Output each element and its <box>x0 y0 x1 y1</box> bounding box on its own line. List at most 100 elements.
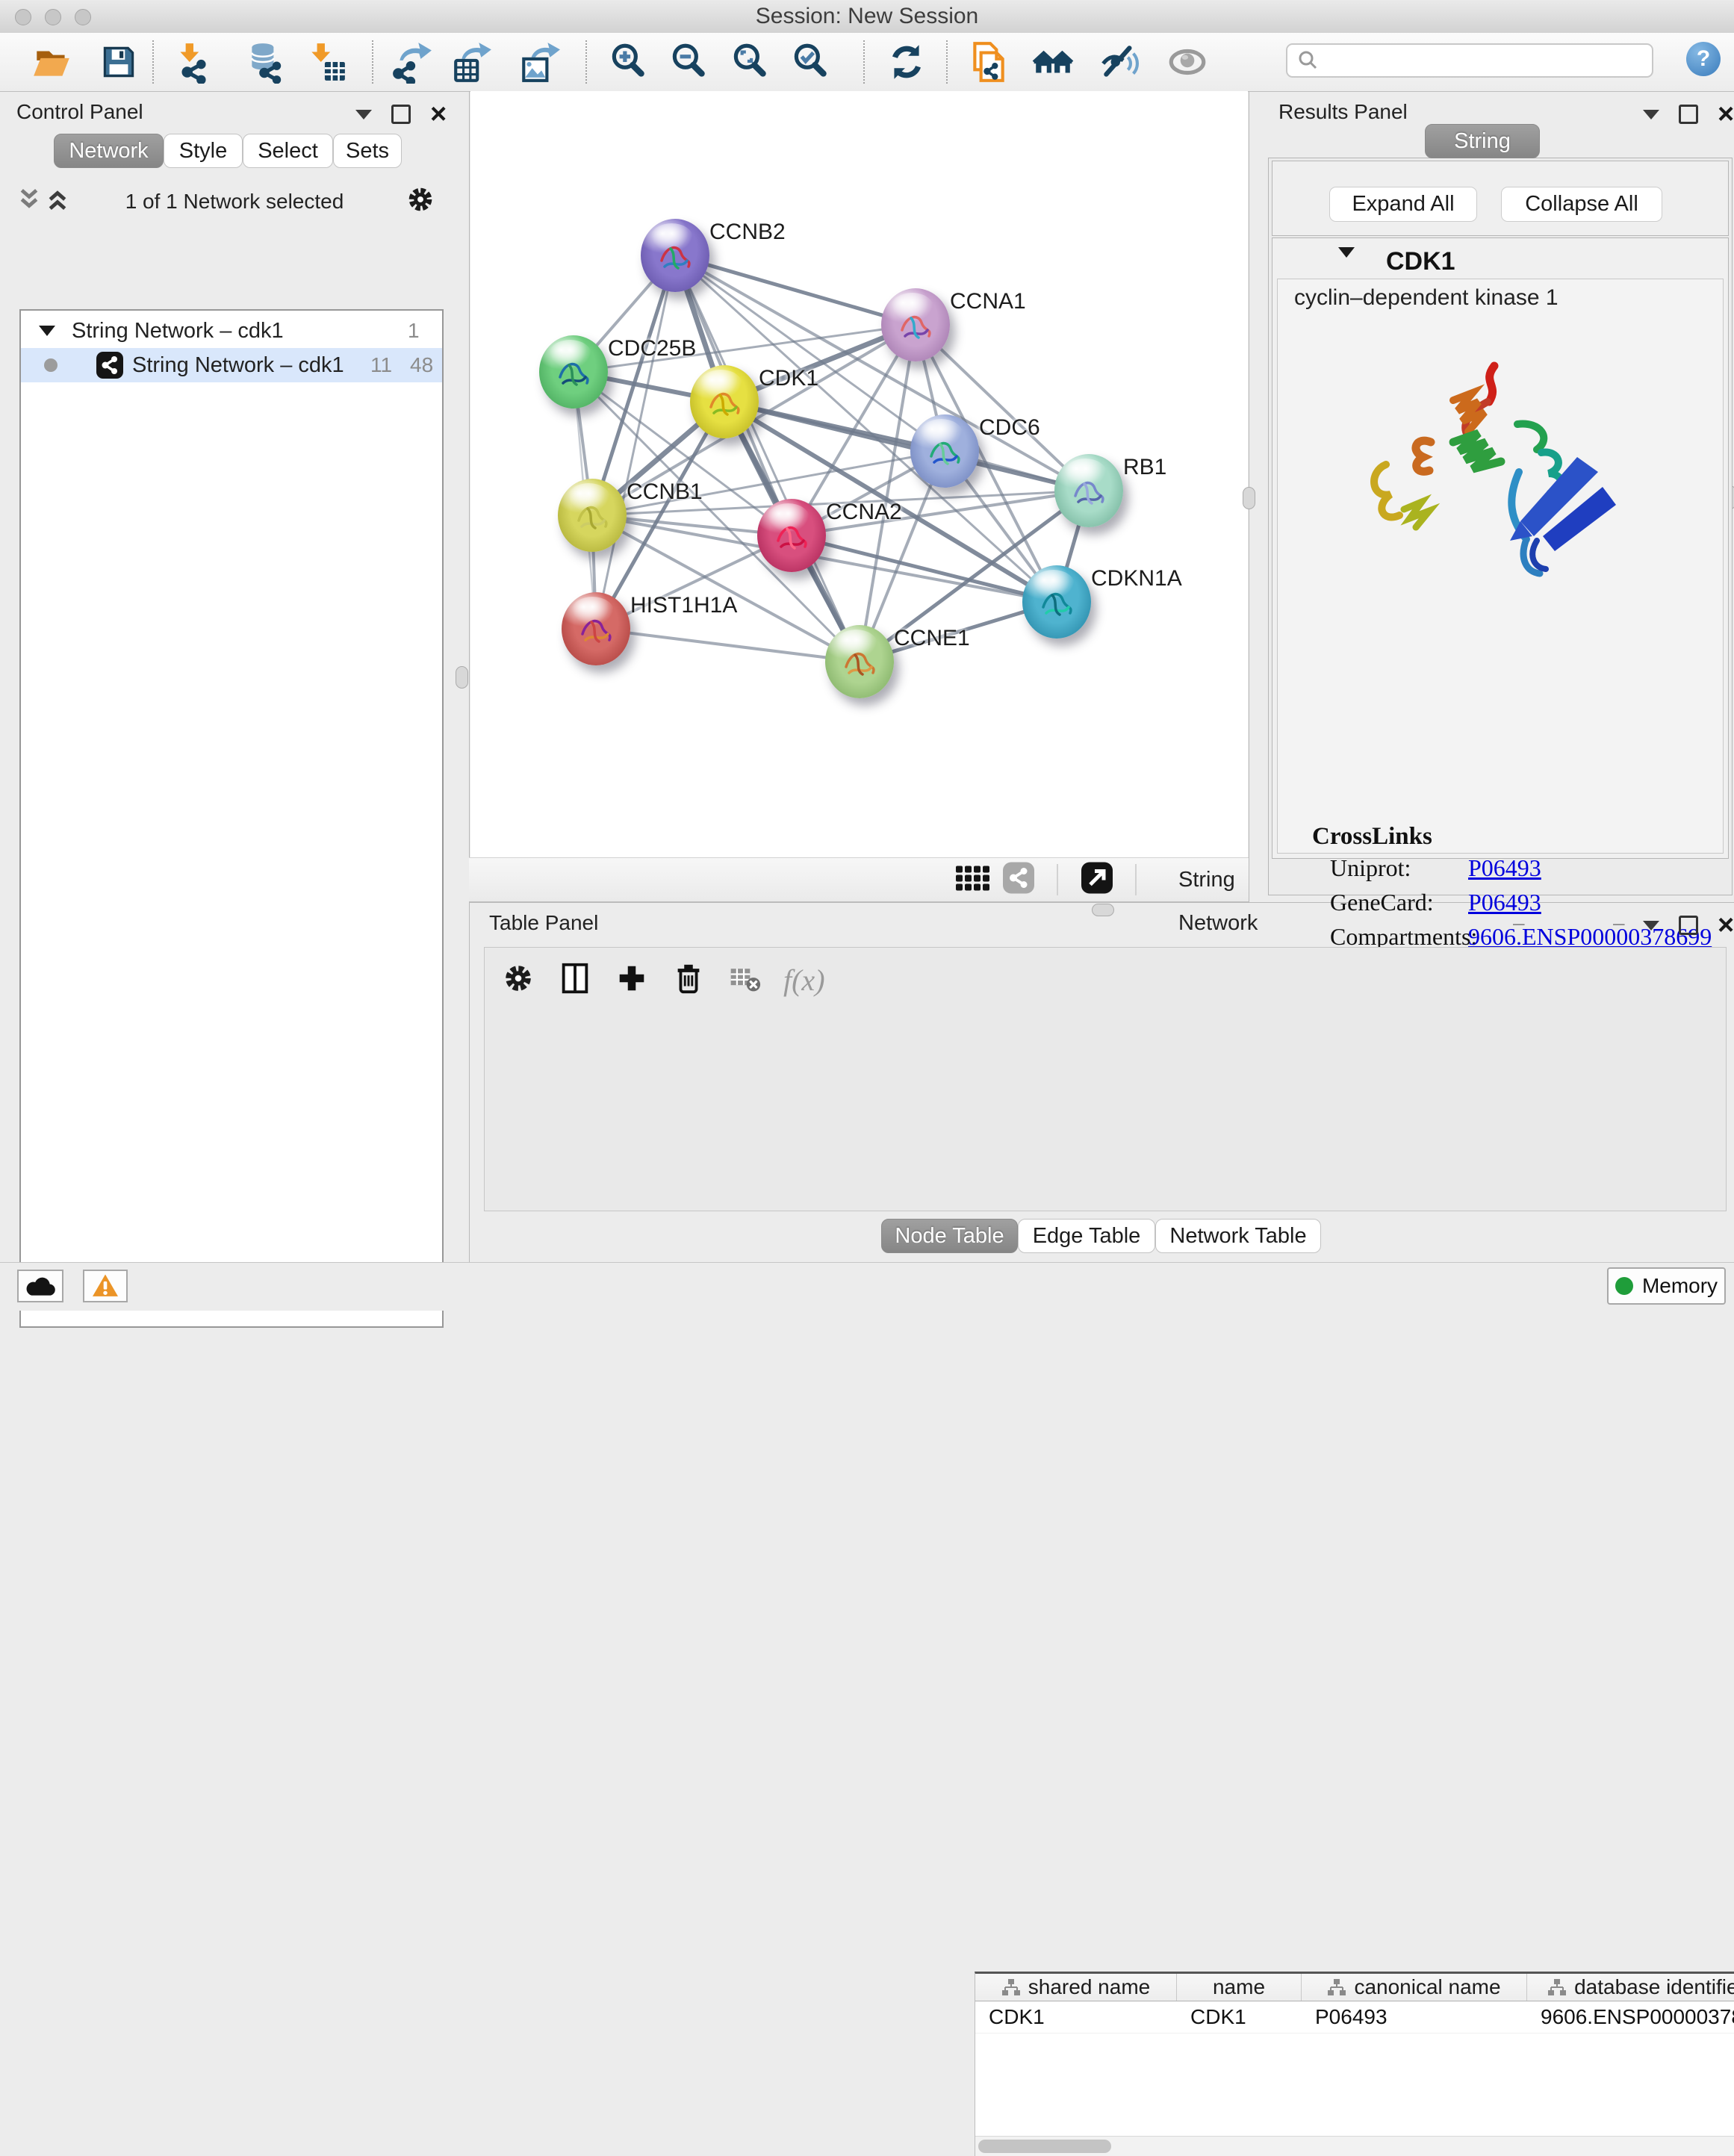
node-CCNA2[interactable] <box>757 499 826 572</box>
tab-sets[interactable]: Sets <box>333 134 402 168</box>
search-input[interactable] <box>1319 49 1635 73</box>
edge-CCNB2-HIST1H1A[interactable] <box>596 255 675 629</box>
panel-close-icon[interactable]: × <box>430 107 447 122</box>
zoom-fit-icon <box>728 40 771 84</box>
warning-icon <box>91 1273 119 1299</box>
plus-icon <box>615 961 649 995</box>
table-row[interactable]: CDK1CDK1P064939606.ENSP00000378699cyclin… <box>975 2001 1734 2034</box>
panel-float-icon[interactable] <box>1679 916 1698 935</box>
collapse-all-button[interactable]: Collapse All <box>1501 187 1662 222</box>
network-view-toolbar: String Network – cdk1 1 – 0 0 – 0 <box>469 857 1249 902</box>
columns-icon <box>558 961 592 995</box>
panel-float-icon[interactable] <box>391 105 411 124</box>
edge-CCNB2-CCNA1[interactable] <box>675 255 916 325</box>
export-table-button[interactable] <box>450 40 495 84</box>
import-table-button[interactable] <box>304 40 349 84</box>
help-button[interactable]: ? <box>1686 42 1721 76</box>
delete-table-icon <box>728 962 761 995</box>
crosslink-link[interactable]: P06493 <box>1468 854 1541 882</box>
import-network-icon <box>172 40 215 84</box>
houses-button[interactable] <box>1031 40 1075 84</box>
node-CCNE1[interactable] <box>825 625 894 698</box>
column-header-shared-name[interactable]: shared name <box>975 1974 1177 2001</box>
tab-string[interactable]: String <box>1425 124 1540 158</box>
delete-column-button[interactable] <box>671 961 706 999</box>
clone-network-button[interactable] <box>966 40 1011 84</box>
entry-expander-icon[interactable] <box>1338 258 1355 271</box>
panel-menu-icon[interactable] <box>355 110 372 119</box>
control-panel-title: Control Panel <box>16 100 143 124</box>
search-field[interactable] <box>1286 43 1653 78</box>
panel-float-icon[interactable] <box>1679 105 1698 124</box>
control-panel: Control Panel × NetworkStyleSelectSets 1… <box>0 91 469 1262</box>
table-options-button[interactable] <box>501 961 535 999</box>
export-image-icon <box>518 40 561 84</box>
open-external-button[interactable] <box>1080 861 1114 899</box>
edge-HIST1H1A-CCNE1[interactable] <box>596 629 860 662</box>
show-columns-button[interactable] <box>558 961 592 999</box>
tab-node-table[interactable]: Node Table <box>881 1219 1018 1253</box>
tab-network[interactable]: Network <box>54 134 164 168</box>
tab-network-table[interactable]: Network Table <box>1155 1219 1321 1253</box>
zoom-fit-button[interactable] <box>727 40 772 84</box>
warnings-button[interactable] <box>83 1270 128 1302</box>
table-header-row: shared namenamecanonical name database id… <box>975 1974 1734 2001</box>
memory-button[interactable]: Memory <box>1607 1267 1726 1305</box>
export-table-icon <box>451 40 494 84</box>
node-CDC6[interactable] <box>910 414 979 488</box>
tree-expander-icon[interactable] <box>39 326 55 336</box>
panel-menu-icon[interactable] <box>1643 110 1659 119</box>
horizontal-scrollbar[interactable] <box>975 2136 1734 2156</box>
node-HIST1H1A[interactable] <box>562 592 630 665</box>
refresh-button[interactable] <box>884 40 929 84</box>
gene-entry-card: CDK1 cyclin–dependent kinase 1 <box>1272 237 1729 859</box>
delete-table-button[interactable] <box>728 962 761 998</box>
panel-close-icon[interactable]: × <box>1718 107 1734 122</box>
import-network-file-button[interactable] <box>171 40 216 84</box>
zoom-selected-button[interactable] <box>788 40 833 84</box>
column-header-canonical-name[interactable]: canonical name <box>1302 1974 1527 2001</box>
add-column-button[interactable] <box>615 961 649 999</box>
node-CCNA1[interactable] <box>881 288 950 361</box>
panel-menu-icon[interactable] <box>1643 921 1659 931</box>
node-label-CCNA2: CCNA2 <box>826 500 902 525</box>
tab-select[interactable]: Select <box>243 134 333 168</box>
network-canvas[interactable]: CCNB2CCNA1CDC25BCDK1CDC6RB1CCNB1CCNA2CDK… <box>470 91 1248 857</box>
zoom-out-button[interactable] <box>666 40 711 84</box>
node-label-CCNE1: CCNE1 <box>894 626 970 651</box>
export-network-button[interactable] <box>390 40 435 84</box>
string-view-button[interactable] <box>1001 861 1036 899</box>
export-image-button[interactable] <box>517 40 562 84</box>
network-row-selected[interactable]: String Network – cdk1 11 48 <box>21 348 442 382</box>
tab-edge-table[interactable]: Edge Table <box>1018 1219 1155 1253</box>
scrollbar-thumb[interactable] <box>978 2140 1111 2153</box>
node-RB1[interactable] <box>1054 454 1123 527</box>
zoom-selected-icon <box>789 40 832 84</box>
column-header-database-identifier[interactable]: database identifier <box>1527 1974 1734 2001</box>
function-builder-button[interactable]: f(x) <box>783 963 825 998</box>
tab-style[interactable]: Style <box>164 134 243 168</box>
panel-close-icon[interactable]: × <box>1718 918 1734 933</box>
node-CCNB1[interactable] <box>558 479 627 552</box>
network-options-button[interactable] <box>405 184 436 219</box>
save-session-button[interactable] <box>96 40 141 84</box>
network-collection-row[interactable]: String Network – cdk1 1 <box>21 314 442 348</box>
open-session-button[interactable] <box>30 40 75 84</box>
column-header-name[interactable]: name <box>1177 1974 1302 2001</box>
hide-eye-button[interactable] <box>1098 40 1143 84</box>
cloud-button[interactable] <box>17 1270 63 1302</box>
node-CDKN1A[interactable] <box>1022 565 1091 639</box>
node-CCNB2[interactable] <box>641 219 709 292</box>
string-app-icon <box>95 350 125 380</box>
zoom-in-button[interactable] <box>606 40 650 84</box>
node-CDC25B[interactable] <box>539 335 608 408</box>
import-network-database-button[interactable] <box>243 40 288 84</box>
column-label: database identifier <box>1574 1975 1734 1999</box>
export-network-icon <box>391 40 434 84</box>
protein-thumbnail-icon <box>703 382 745 423</box>
vertical-splitter-handle[interactable] <box>456 666 468 689</box>
node-CDK1[interactable] <box>690 365 759 438</box>
show-eye-button[interactable] <box>1165 40 1210 84</box>
grid-view-button[interactable] <box>954 860 990 900</box>
expand-all-button[interactable]: Expand All <box>1329 187 1477 222</box>
